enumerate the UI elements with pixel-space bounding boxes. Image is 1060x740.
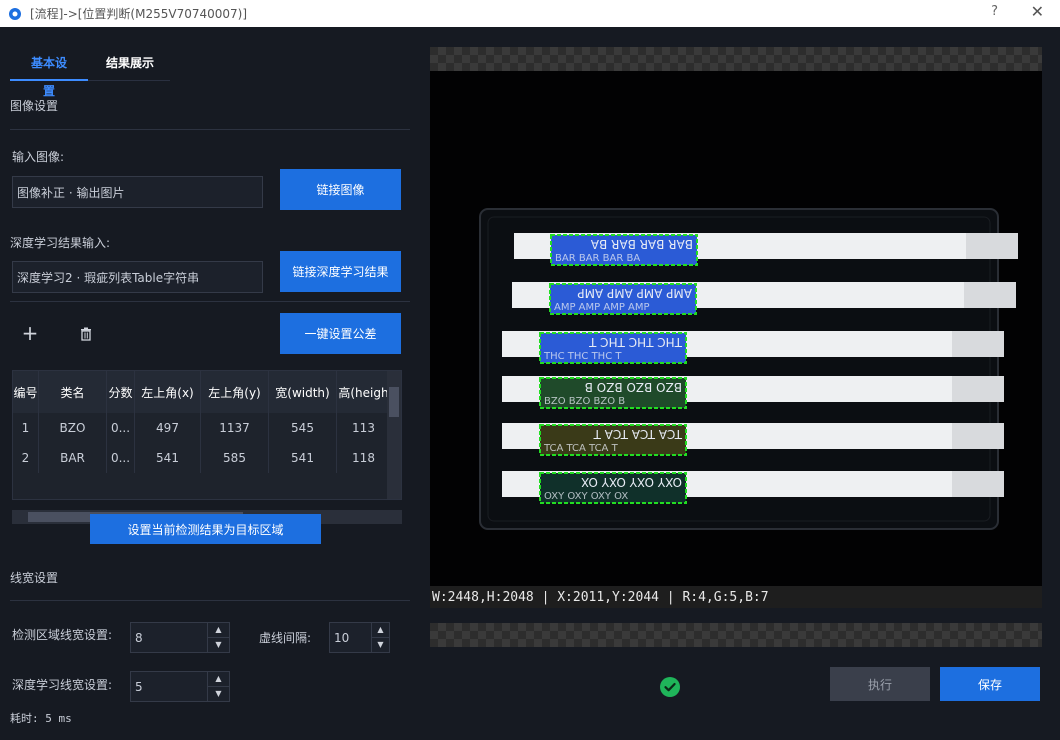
image-settings-title: 图像设置 <box>10 99 59 113</box>
strip-label-text: OXY OXY OXY OX <box>581 475 682 489</box>
image-viewer-panel: BAR BAR BAR BA BAR BAR BAR BA AMP AMP AMP … <box>430 47 1042 647</box>
strip-label-text: BZO BZO BZO B <box>544 396 625 407</box>
dl-line-width-stepper[interactable]: 5 ▲ ▼ <box>130 671 230 702</box>
divider <box>10 600 410 601</box>
app-logo-icon <box>9 7 21 20</box>
close-button[interactable]: ✕ <box>1031 2 1044 21</box>
divider <box>10 129 410 130</box>
stepper-value: 5 <box>135 679 143 694</box>
table-cell: BAR <box>39 443 107 473</box>
strip-label-text: BAR BAR BAR BA <box>555 253 640 264</box>
stepper-up-icon[interactable]: ▲ <box>372 623 389 638</box>
tab-result-display[interactable]: 结果展示 <box>90 49 170 81</box>
stepper-down-icon[interactable]: ▼ <box>208 687 229 702</box>
table-cell: 585 <box>201 443 269 473</box>
strip-label-text: THC THC THC T <box>543 351 622 362</box>
table-cell: 1 <box>13 413 39 443</box>
tab-bar: 基本设置 结果展示 <box>10 49 170 98</box>
strip-end <box>952 423 1004 449</box>
help-button[interactable]: ? <box>991 4 998 19</box>
detect-line-width-label: 检测区域线宽设置: <box>12 628 113 642</box>
column-header[interactable]: 编号 <box>13 371 39 413</box>
trash-icon[interactable] <box>76 325 96 343</box>
strip-end <box>966 233 1018 259</box>
elapsed-time: 耗时: 5 ms <box>10 712 72 725</box>
dash-gap-stepper[interactable]: 10 ▲ ▼ <box>329 622 390 653</box>
column-header[interactable]: 左上角(x) <box>135 371 201 413</box>
link-dl-result-button[interactable]: 链接深度学习结果 <box>280 251 401 292</box>
strip-end <box>952 471 1004 497</box>
stepper-down-icon[interactable]: ▼ <box>372 638 389 653</box>
strip-end <box>952 331 1004 357</box>
strip-label-text: OXY OXY OXY OX <box>544 491 628 502</box>
stepper-up-icon[interactable]: ▲ <box>208 623 229 638</box>
set-target-region-button[interactable]: 设置当前检测结果为目标区域 <box>90 514 321 544</box>
add-icon[interactable]: + <box>20 321 40 345</box>
strip-end <box>952 376 1004 402</box>
table-cell: 541 <box>269 443 337 473</box>
table-vertical-scrollbar[interactable] <box>387 371 401 499</box>
strip-end <box>964 282 1016 308</box>
image-canvas[interactable]: BAR BAR BAR BA BAR BAR BAR BA AMP AMP AMP … <box>430 71 1042 586</box>
dash-gap-label: 虚线间隔: <box>259 631 312 645</box>
line-settings-title: 线宽设置 <box>10 571 59 585</box>
dl-line-width-label: 深度学习线宽设置: <box>12 678 113 692</box>
table-cell: 545 <box>269 413 337 443</box>
pixel-readout: W:2448,H:2048 | X:2011,Y:2044 | R:4,G:5,… <box>430 586 1042 608</box>
column-header[interactable]: 左上角(y) <box>201 371 269 413</box>
stepper-value: 10 <box>334 630 350 645</box>
table-cell: 2 <box>13 443 39 473</box>
save-button[interactable]: 保存 <box>940 667 1040 701</box>
divider <box>10 301 410 302</box>
column-header[interactable]: 类名 <box>39 371 107 413</box>
table-row[interactable]: 2 BAR 0... 541 585 541 118 <box>13 443 391 473</box>
stepper-value: 8 <box>135 630 143 645</box>
table-cell: 0... <box>107 413 135 443</box>
input-image-label: 输入图像: <box>12 150 65 164</box>
trash-icon <box>81 327 91 341</box>
table-row[interactable]: 1 BZO 0... 497 1137 545 113 <box>13 413 391 443</box>
strip-label-text: BZO BZO BZO B <box>585 380 682 394</box>
link-image-button[interactable]: 链接图像 <box>280 169 401 210</box>
table-cell: 118 <box>337 443 391 473</box>
table-cell: 0... <box>107 443 135 473</box>
scrollbar-thumb[interactable] <box>389 387 399 417</box>
table-cell: 113 <box>337 413 391 443</box>
strip-label-text: TCA TCA TCA T <box>543 443 619 454</box>
detection-table: 编号 类名 分数 左上角(x) 左上角(y) 宽(width) 高(heigh … <box>12 370 402 500</box>
input-image-field[interactable]: 图像补正 · 输出图片 <box>12 176 263 208</box>
tab-basic-settings[interactable]: 基本设置 <box>10 49 88 98</box>
checkerboard-bottom <box>430 623 1042 647</box>
table-cell: 1137 <box>201 413 269 443</box>
stepper-up-icon[interactable]: ▲ <box>208 672 229 687</box>
table-cell: 541 <box>135 443 201 473</box>
column-header[interactable]: 分数 <box>107 371 135 413</box>
stepper-down-icon[interactable]: ▼ <box>208 638 229 653</box>
checkerboard-top <box>430 47 1042 71</box>
strip-label-text: BAR BAR BAR BA <box>590 237 693 251</box>
set-tolerance-button[interactable]: 一键设置公差 <box>280 313 401 354</box>
inspection-image: BAR BAR BAR BA BAR BAR BAR BA AMP AMP AMP … <box>430 71 1042 586</box>
dl-result-field[interactable]: 深度学习2 · 瑕疵列表Table字符串 <box>12 261 263 293</box>
execute-button[interactable]: 执行 <box>830 667 930 701</box>
column-header[interactable]: 宽(width) <box>269 371 337 413</box>
dl-result-label: 深度学习结果输入: <box>10 236 111 250</box>
detect-line-width-stepper[interactable]: 8 ▲ ▼ <box>130 622 230 653</box>
strip-label-text: AMP AMP AMP AMP <box>554 302 650 313</box>
check-circle-icon <box>660 677 680 697</box>
title-bar: [流程]->[位置判断(M255V70740007)] ? ✕ <box>0 0 1060 27</box>
window-title: [流程]->[位置判断(M255V70740007)] <box>30 7 248 21</box>
strip-label-text: AMP AMP AMP AMP <box>577 286 692 300</box>
settings-panel: 基本设置 结果展示 图像设置 输入图像: 图像补正 · 输出图片 链接图像 深度… <box>0 27 420 740</box>
table-cell: BZO <box>39 413 107 443</box>
column-header[interactable]: 高(heigh <box>337 371 391 413</box>
table-cell: 497 <box>135 413 201 443</box>
strip-label-text: TCA TCA TCA T <box>593 427 683 441</box>
table-header: 编号 类名 分数 左上角(x) 左上角(y) 宽(width) 高(heigh <box>13 371 391 413</box>
strip-label-text: THC THC THC T <box>588 335 683 349</box>
action-bar: 执行 保存 <box>430 658 1042 718</box>
